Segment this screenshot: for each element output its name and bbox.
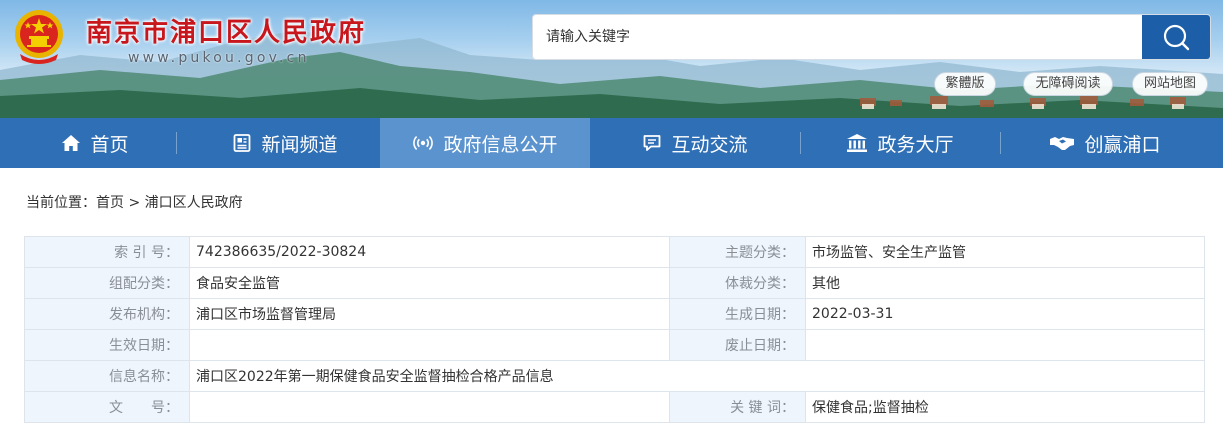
sitemap-link[interactable]: 网站地图 [1132,72,1208,96]
broadcast-icon [413,136,434,150]
meta-value-doc-number [189,391,670,423]
site-title[interactable]: 南京市浦口区人民政府 [86,12,366,49]
search-button[interactable] [1142,15,1210,59]
nav-item-label: 政府信息公开 [443,133,558,156]
table-row: 发布机构： 浦口区市场监督管理局 生成日期： 2022-03-31 [24,298,1205,330]
meta-value-topic: 市场监管、安全生产监管 [805,236,1205,268]
meta-value-category: 食品安全监管 [189,267,670,299]
nav-divider [176,132,177,154]
national-emblem-icon [12,8,66,66]
search-box [532,14,1211,60]
table-row: 信息名称： 浦口区2022年第一期保健食品安全监督抽检合格产品信息 [24,360,1205,392]
nav-item-news[interactable]: 新闻频道 [190,118,380,168]
table-row: 索 引 号： 742386635/2022-30824 主题分类： 市场监管、安… [24,236,1205,268]
meta-label-title: 信息名称： [24,360,190,392]
nav-item-interaction[interactable]: 互动交流 [590,118,800,168]
meta-value-keywords: 保健食品;监督抽检 [805,391,1205,423]
accessibility-link[interactable]: 无障碍阅读 [1023,72,1113,96]
breadcrumb-prefix: 当前位置： [26,195,96,211]
breadcrumb: 当前位置：首页 > 浦口区人民政府 [26,192,243,212]
breadcrumb-home-link[interactable]: 首页 [96,195,124,211]
nav-item-label: 互动交流 [671,133,748,156]
nav-item-home[interactable]: 首页 [0,118,190,168]
meta-value-created-date: 2022-03-31 [805,298,1205,330]
building-icon [847,134,868,152]
meta-label-topic: 主题分类： [669,236,806,268]
nav-item-label: 政务大厅 [877,133,954,156]
nav-item-chuangying[interactable]: 创赢浦口 [1000,118,1210,168]
meta-label-keywords: 关 键 词： [669,391,806,423]
home-icon [62,135,81,151]
meta-value-publisher: 浦口区市场监督管理局 [189,298,670,330]
chat-icon [644,135,661,151]
breadcrumb-current-link[interactable]: 浦口区人民政府 [145,195,243,211]
meta-value-genre: 其他 [805,267,1205,299]
meta-value-effective-date [189,329,670,361]
meta-value-index: 742386635/2022-30824 [189,236,670,268]
meta-label-category: 组配分类： [24,267,190,299]
nav-item-label: 创赢浦口 [1084,133,1161,156]
site-url: www.pukou.gov.cn [128,50,310,66]
meta-label-doc-number: 文 号： [24,391,190,423]
meta-label-publisher: 发布机构： [24,298,190,330]
meta-value-expiry-date [805,329,1205,361]
nav-item-label: 首页 [90,133,129,156]
newspaper-icon [234,134,251,152]
main-nav: 首页 新闻频道 政府信息公开 互动交流 政务大厅 创赢浦口 [0,118,1223,168]
handshake-icon [1050,137,1075,150]
top-links: 繁體版 无障碍阅读 网站地图 [0,72,1223,96]
meta-label-index: 索 引 号： [24,236,190,268]
table-row: 组配分类： 食品安全监管 体裁分类： 其他 [24,267,1205,299]
meta-label-effective-date: 生效日期： [24,329,190,361]
meta-label-created-date: 生成日期： [669,298,806,330]
search-icon [1163,24,1190,51]
search-input[interactable] [533,15,1143,59]
breadcrumb-separator: > [124,195,145,211]
table-row: 生效日期： 废止日期： [24,329,1205,361]
meta-label-genre: 体裁分类： [669,267,806,299]
meta-label-expiry-date: 废止日期： [669,329,806,361]
meta-value-title: 浦口区2022年第一期保健食品安全监督抽检合格产品信息 [189,360,1205,392]
header-banner: 南京市浦口区人民政府 www.pukou.gov.cn 繁體版 无障碍阅读 网站… [0,0,1223,118]
nav-item-gov-info[interactable]: 政府信息公开 [380,118,590,168]
nav-item-label: 新闻频道 [261,133,338,156]
table-row: 文 号： 关 键 词： 保健食品;监督抽检 [24,391,1205,423]
document-meta-table: 索 引 号： 742386635/2022-30824 主题分类： 市场监管、安… [24,236,1205,423]
nav-item-service-hall[interactable]: 政务大厅 [800,118,1000,168]
traditional-chinese-link[interactable]: 繁體版 [934,72,996,96]
